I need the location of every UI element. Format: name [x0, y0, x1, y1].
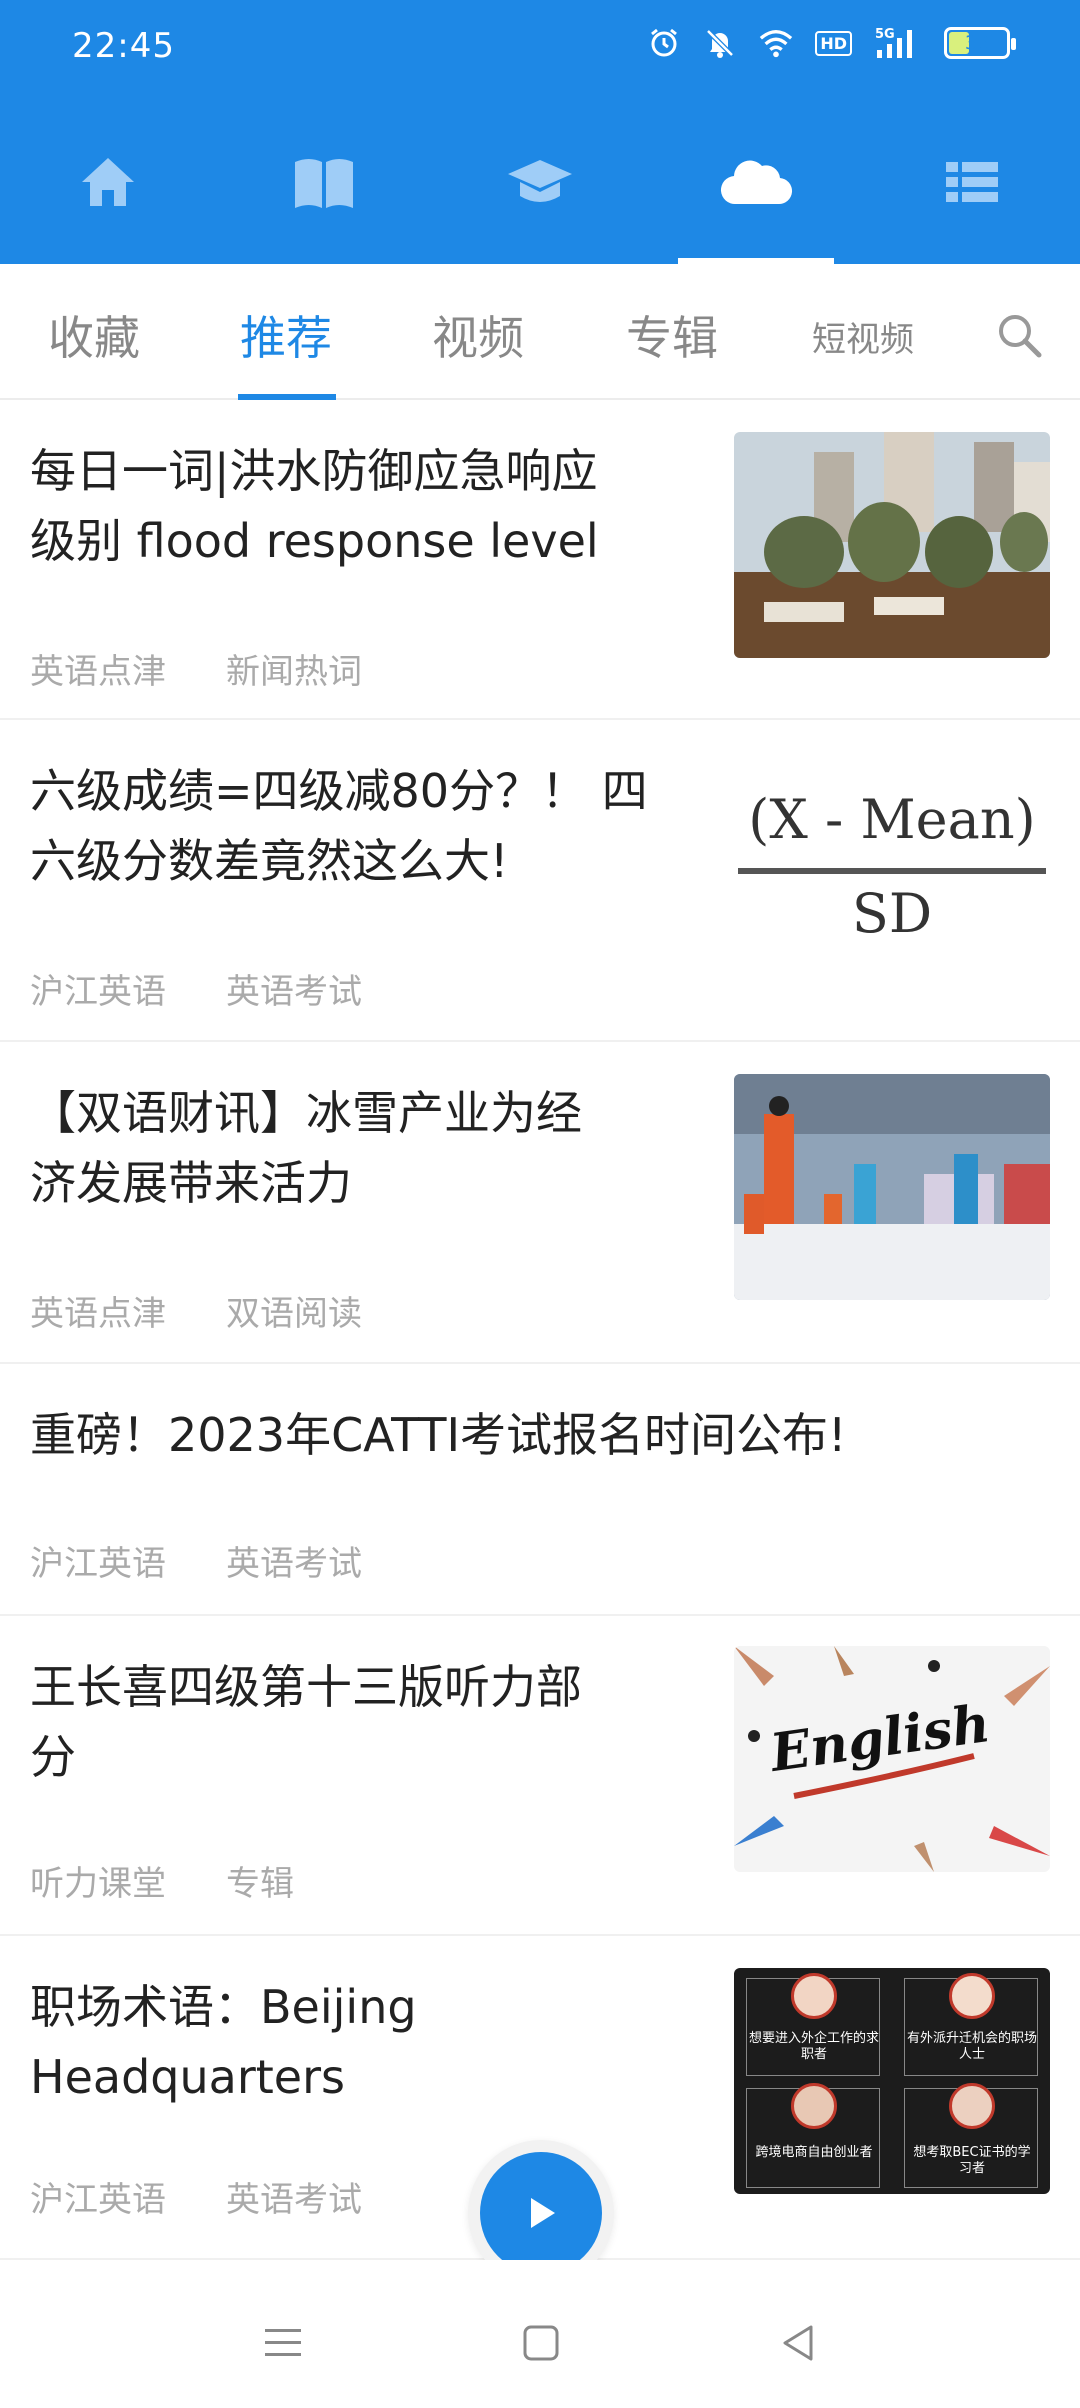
status-icons: HD 5G 33	[647, 26, 1016, 60]
article-item[interactable]: 【双语财讯】冰雪产业为经 济发展带来活力 英语点津 双语阅读	[0, 1042, 1080, 1364]
career-cell-text: 想要进入外企工作的求职者	[749, 2031, 880, 2062]
article-tags: 英语点津 双语阅读	[30, 1286, 362, 1335]
system-nav-bar	[0, 2260, 1080, 2408]
graduation-cap-icon	[508, 160, 572, 202]
article-thumbnail[interactable]: 想要进入外企工作的求职者 有外派升迁机会的职场人士 跨境电商自由创业者 想考取B…	[734, 1968, 1050, 2194]
nav-home[interactable]	[0, 100, 216, 264]
article-title-line: 重磅！2023年CATTI考试报名时间公布!	[30, 1408, 847, 1462]
status-time: 22:45	[72, 26, 175, 66]
signal-5g-icon: 5G	[874, 26, 922, 60]
article-title[interactable]: 【双语财讯】冰雪产业为经 济发展带来活力	[30, 1078, 582, 1218]
back-icon	[783, 2325, 813, 2361]
article-title[interactable]: 职场术语：Beijing Headquarters	[30, 1972, 417, 2112]
career-cell: 跨境电商自由创业者	[746, 2083, 880, 2188]
home-square-icon	[523, 2325, 559, 2361]
article-tag[interactable]: 英语考试	[226, 1536, 362, 1585]
article-tag[interactable]: 英语点津	[30, 1286, 166, 1335]
article-title-line: 分	[30, 1730, 76, 1784]
tab-album[interactable]: 专辑	[626, 302, 718, 368]
formula-numerator: (X - Mean)	[748, 788, 1036, 851]
tab-favorites[interactable]: 收藏	[48, 302, 140, 368]
alarm-icon	[647, 26, 681, 60]
article-thumbnail[interactable]: (X - Mean) SD	[734, 752, 1050, 978]
article-tag[interactable]: 新闻热词	[226, 644, 362, 693]
status-bar: 22:45 HD 5G 33	[0, 0, 1080, 100]
article-tag[interactable]: 英语点津	[30, 644, 166, 693]
article-item[interactable]: 重磅！2023年CATTI考试报名时间公布! 沪江英语 英语考试	[0, 1364, 1080, 1616]
article-title-line: 六级分数差竟然这么大!	[30, 834, 509, 888]
battery-icon: 33	[944, 27, 1016, 59]
article-title-line: 级别 flood response level	[30, 514, 599, 568]
article-title-line: 六级成绩=四级减80分？！ 四	[30, 764, 648, 818]
article-title[interactable]: 重磅！2023年CATTI考试报名时间公布!	[30, 1400, 846, 1470]
article-title-line: 济发展带来活力	[30, 1156, 352, 1210]
home-button[interactable]	[516, 2318, 566, 2368]
article-tag[interactable]: 沪江英语	[30, 964, 166, 1013]
article-tag[interactable]: 沪江英语	[30, 1536, 166, 1585]
list-icon	[946, 162, 998, 202]
wifi-icon	[759, 26, 793, 60]
tab-video[interactable]: 视频	[432, 302, 524, 368]
article-tag[interactable]: 沪江英语	[30, 2172, 166, 2221]
category-tabs: 收藏 推荐 视频 专辑 短视频	[0, 264, 1080, 400]
article-tag[interactable]: 专辑	[226, 1856, 294, 1905]
tab-short-video[interactable]: 短视频	[812, 312, 914, 361]
article-title-line: 每日一词|洪水防御应急响应	[30, 444, 598, 498]
article-tags: 沪江英语 英语考试	[30, 964, 362, 1013]
nav-courses[interactable]	[432, 100, 648, 264]
career-cell: 有外派升迁机会的职场人士	[904, 1973, 1038, 2076]
article-thumbnail[interactable]: English	[734, 1646, 1050, 1872]
article-tag[interactable]: 听力课堂	[30, 1856, 166, 1905]
nav-cloud[interactable]	[648, 100, 864, 264]
article-title[interactable]: 六级成绩=四级减80分？！ 四 六级分数差竟然这么大!	[30, 756, 648, 896]
nav-book[interactable]	[216, 100, 432, 264]
book-icon	[295, 159, 353, 208]
career-cell: 想考取BEC证书的学习者	[904, 2083, 1038, 2188]
article-title[interactable]: 每日一词|洪水防御应急响应 级别 flood response level	[30, 436, 599, 576]
article-title-line: Headquarters	[30, 2050, 345, 2104]
article-tag[interactable]: 双语阅读	[226, 1286, 362, 1335]
article-tag[interactable]: 英语考试	[226, 964, 362, 1013]
menu-button[interactable]	[258, 2318, 308, 2368]
play-icon	[531, 2198, 555, 2228]
nav-list[interactable]	[864, 100, 1080, 264]
article-title-line: 职场术语：Beijing	[30, 1980, 417, 2034]
tab-recommended[interactable]: 推荐	[240, 302, 332, 368]
article-tags: 英语点津 新闻热词	[30, 644, 362, 693]
article-tags: 沪江英语 英语考试	[30, 1536, 362, 1585]
article-title-line: 【双语财讯】冰雪产业为经	[30, 1086, 582, 1140]
article-item[interactable]: 六级成绩=四级减80分？！ 四 六级分数差竟然这么大! 沪江英语 英语考试 (X…	[0, 720, 1080, 1042]
career-cell-text: 跨境电商自由创业者	[755, 2145, 873, 2160]
main-nav	[0, 100, 1080, 264]
play-button[interactable]	[480, 2152, 602, 2274]
article-tags: 听力课堂 专辑	[30, 1856, 294, 1905]
search-icon	[999, 315, 1042, 358]
menu-icon	[265, 2329, 301, 2356]
search-button[interactable]	[996, 312, 1046, 362]
article-title[interactable]: 王长喜四级第十三版听力部 分	[30, 1652, 582, 1792]
career-cell: 想要进入外企工作的求职者	[746, 1973, 880, 2076]
top-bar: 22:45 HD 5G 33	[0, 0, 1080, 264]
article-tag[interactable]: 英语考试	[226, 2172, 362, 2221]
back-button[interactable]	[774, 2318, 824, 2368]
formula-divider	[738, 868, 1046, 874]
career-cell-text: 有外派升迁机会的职场人士	[907, 2031, 1038, 2062]
formula-denominator: SD	[851, 882, 933, 945]
mute-icon	[703, 26, 737, 60]
article-thumbnail[interactable]	[734, 432, 1050, 658]
home-icon	[82, 158, 134, 206]
career-cell-text: 想考取BEC证书的学习者	[913, 2145, 1031, 2176]
svg-text:5G: 5G	[875, 27, 895, 42]
article-item[interactable]: 每日一词|洪水防御应急响应 级别 flood response level 英语…	[0, 400, 1080, 720]
article-item[interactable]: 王长喜四级第十三版听力部 分 听力课堂 专辑 English	[0, 1616, 1080, 1936]
article-title-line: 王长喜四级第十三版听力部	[30, 1660, 582, 1714]
hd-icon: HD	[815, 30, 852, 56]
cloud-icon	[720, 160, 793, 205]
article-thumbnail[interactable]	[734, 1074, 1050, 1300]
battery-level: 33	[964, 32, 990, 54]
article-tags: 沪江英语 英语考试	[30, 2172, 362, 2221]
